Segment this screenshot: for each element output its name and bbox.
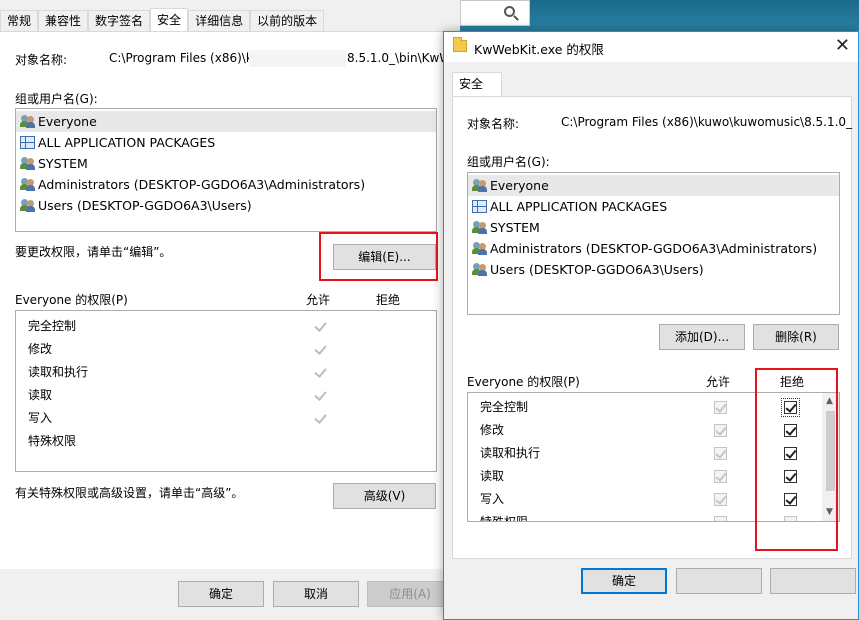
ok-button[interactable]: 确定 xyxy=(178,581,264,607)
list-item[interactable]: Everyone xyxy=(468,175,839,196)
list-item[interactable]: SYSTEM xyxy=(16,153,436,174)
permissions-label: Everyone 的权限(P) xyxy=(15,293,128,307)
allow-header: 允许 xyxy=(306,293,331,307)
list-item[interactable]: SYSTEM xyxy=(468,217,839,238)
list-item[interactable]: ALL APPLICATION PACKAGES xyxy=(16,132,436,153)
list-item[interactable]: Administrators (DESKTOP-GGDO6A3\Administ… xyxy=(16,174,436,195)
permissions-dialog: KwWebKit.exe 的权限 ✕ 安全 对象名称: C:\Program F… xyxy=(443,31,859,620)
allow-check-icon xyxy=(314,320,327,333)
allow-checkbox[interactable] xyxy=(714,493,727,506)
advanced-hint-text: 有关特殊权限或高级设置，请单击“高级”。 xyxy=(15,486,244,500)
allow-checkbox[interactable] xyxy=(714,516,727,521)
list-item[interactable]: Everyone xyxy=(16,111,436,132)
allow-checkbox[interactable] xyxy=(714,424,727,437)
users-icon xyxy=(20,178,36,191)
group-users-label: 组或用户名(G): xyxy=(15,92,98,106)
cancel-button[interactable]: 取消 xyxy=(273,581,359,607)
tab-previous-versions[interactable]: 以前的版本 xyxy=(250,10,325,32)
close-icon[interactable]: ✕ xyxy=(835,35,850,56)
permission-modify: 修改 xyxy=(28,342,53,356)
list-item[interactable]: Users (DESKTOP-GGDO6A3\Users) xyxy=(16,195,436,216)
allow-check-icon xyxy=(314,343,327,356)
permissions-list: 完全控制 修改 读取和执行 读取 写入 特殊权限 xyxy=(15,310,437,472)
group-users-label: 组或用户名(G): xyxy=(467,155,550,169)
permission-read: 读取 xyxy=(480,469,505,483)
permission-modify: 修改 xyxy=(480,423,505,437)
tab-details[interactable]: 详细信息 xyxy=(188,10,251,32)
add-button[interactable]: 添加(D)... xyxy=(659,324,745,350)
background-search-box[interactable] xyxy=(460,0,530,26)
security-tab-page: 对象名称: C:\Program Files (x86)\kuwo\kuwomu… xyxy=(452,96,852,559)
permission-full-control: 完全控制 xyxy=(480,400,529,414)
tab-digital-signature[interactable]: 数字签名 xyxy=(88,10,151,32)
allow-check-icon xyxy=(314,366,327,379)
allow-header: 允许 xyxy=(706,375,731,389)
tab-general[interactable]: 常规 xyxy=(0,10,39,32)
deny-header: 拒绝 xyxy=(376,293,401,307)
permission-write: 写入 xyxy=(28,411,53,425)
permission-read-execute: 读取和执行 xyxy=(480,446,541,460)
redacted-region xyxy=(249,50,346,67)
users-icon xyxy=(472,263,488,276)
permissions-label: Everyone 的权限(P) xyxy=(467,375,580,389)
permission-special: 特殊权限 xyxy=(480,515,529,522)
permission-read-execute: 读取和执行 xyxy=(28,365,89,379)
users-icon xyxy=(472,221,488,234)
allow-check-icon xyxy=(314,412,327,425)
users-icon xyxy=(472,179,488,192)
grid-icon xyxy=(472,200,487,213)
allow-checkbox[interactable] xyxy=(714,470,727,483)
security-tab-page: 对象名称: C:\Program Files (x86)\k 8.5.1.0_\… xyxy=(0,31,465,569)
folder-icon xyxy=(453,37,467,52)
object-name-value: C:\Program Files (x86)\kuwo\kuwomusic\8.… xyxy=(561,115,853,129)
edit-hint-text: 要更改权限，请单击“编辑”。 xyxy=(15,245,172,259)
permission-read: 读取 xyxy=(28,388,53,402)
object-name-value-start: C:\Program Files (x86)\k xyxy=(109,51,253,65)
object-name-label: 对象名称: xyxy=(467,117,520,131)
tab-security[interactable]: 安全 xyxy=(452,72,502,97)
search-icon[interactable] xyxy=(504,6,515,17)
tab-bar: 常规 兼容性 数字签名 安全 详细信息 以前的版本 xyxy=(0,8,325,32)
dialog-title: KwWebKit.exe 的权限 xyxy=(474,42,604,57)
list-item[interactable]: ALL APPLICATION PACKAGES xyxy=(468,196,839,217)
file-properties-dialog: 常规 兼容性 数字签名 安全 详细信息 以前的版本 对象名称: C:\Progr… xyxy=(0,0,465,620)
allow-checkbox[interactable] xyxy=(714,447,727,460)
users-icon xyxy=(20,157,36,170)
permission-full-control: 完全控制 xyxy=(28,319,77,333)
remove-button[interactable]: 删除(R) xyxy=(753,324,839,350)
deny-column-highlight xyxy=(755,368,838,551)
apply-button[interactable] xyxy=(770,568,856,594)
advanced-button[interactable]: 高级(V) xyxy=(333,483,436,509)
users-icon xyxy=(20,115,36,128)
users-icon xyxy=(472,242,488,255)
cancel-button[interactable] xyxy=(676,568,762,594)
allow-check-icon xyxy=(314,389,327,402)
allow-checkbox[interactable] xyxy=(714,401,727,414)
edit-button-highlight xyxy=(319,232,438,281)
group-users-list[interactable]: Everyone ALL APPLICATION PACKAGES SYSTEM… xyxy=(15,108,437,232)
apply-button[interactable]: 应用(A) xyxy=(367,581,453,607)
ok-button[interactable]: 确定 xyxy=(581,568,667,594)
list-item[interactable]: Users (DESKTOP-GGDO6A3\Users) xyxy=(468,259,839,280)
permission-special: 特殊权限 xyxy=(28,434,77,448)
tab-security[interactable]: 安全 xyxy=(150,8,189,32)
group-users-list[interactable]: Everyone ALL APPLICATION PACKAGES SYSTEM… xyxy=(467,172,840,315)
grid-icon xyxy=(20,136,35,149)
list-item[interactable]: Administrators (DESKTOP-GGDO6A3\Administ… xyxy=(468,238,839,259)
users-icon xyxy=(20,199,36,212)
object-name-label: 对象名称: xyxy=(15,53,68,67)
tab-compatibility[interactable]: 兼容性 xyxy=(38,10,89,32)
dialog-title-bar[interactable]: KwWebKit.exe 的权限 ✕ xyxy=(444,32,858,62)
permission-write: 写入 xyxy=(480,492,505,506)
